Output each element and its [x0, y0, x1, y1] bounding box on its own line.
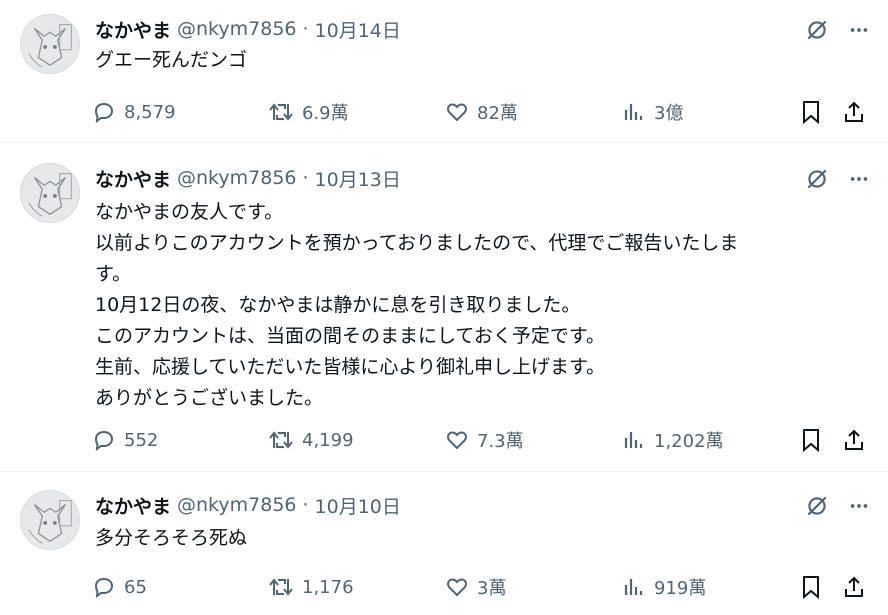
avatar-image: [21, 164, 79, 222]
avatar[interactable]: [20, 163, 80, 223]
like-icon: [447, 431, 467, 450]
retweet-icon: [269, 578, 293, 596]
reply-icon: [94, 102, 114, 124]
tweet-date[interactable]: 10月14日: [315, 16, 401, 43]
tweet-line: このアカウントは、当面の間そのままにしておく予定です。: [95, 325, 605, 347]
avatar[interactable]: [20, 490, 80, 550]
bookmark-button[interactable]: [799, 572, 823, 602]
views-button[interactable]: 1,202萬: [622, 425, 724, 455]
grok-icon[interactable]: [804, 166, 830, 192]
avatar[interactable]: [20, 14, 80, 74]
retweet-count: 1,176: [302, 576, 354, 598]
tweet-text: なかやまの友人です。 以前よりこのアカウントを預かっておりましたので、代理でご報…: [95, 197, 865, 414]
avatar-image: [21, 15, 79, 73]
retweet-count: 6.9萬: [302, 103, 349, 124]
reply-count: 8,579: [124, 101, 176, 123]
tweet[interactable]: なかやま @nkym7856 · 10月13日 なかやまの友人です。 以前よりこ…: [0, 143, 888, 472]
like-button[interactable]: 82萬: [445, 97, 518, 127]
reply-icon: [94, 577, 114, 599]
tweet-date[interactable]: 10月10日: [315, 492, 401, 519]
share-button[interactable]: [842, 97, 866, 127]
share-button[interactable]: [842, 425, 866, 455]
like-button[interactable]: 3萬: [445, 572, 506, 602]
share-icon: [845, 429, 863, 450]
more-icon[interactable]: [848, 495, 870, 517]
tweet-line: 生前、応援していただいた皆様に心より御礼申し上げます。: [95, 356, 606, 378]
tweet-line: グエー死んだンゴ: [95, 49, 248, 71]
more-icon[interactable]: [848, 168, 870, 190]
like-count: 3萬: [477, 578, 507, 599]
reply-button[interactable]: 8,579: [92, 97, 176, 127]
bookmark-button[interactable]: [799, 97, 823, 127]
separator: ·: [302, 167, 309, 189]
bookmark-icon: [803, 101, 819, 125]
reply-count: 552: [124, 429, 159, 451]
tweet-text: グエー死んだンゴ: [95, 45, 865, 76]
grok-icon[interactable]: [804, 17, 830, 43]
tweet-line: 以前よりこのアカウントを預かっておりましたので、代理でご報告いたしま: [95, 232, 739, 254]
retweet-count: 4,199: [302, 429, 354, 451]
retweet-button[interactable]: 4,199: [268, 425, 354, 455]
display-name[interactable]: なかやま: [95, 16, 171, 43]
tweet-date[interactable]: 10月13日: [315, 165, 401, 192]
user-handle[interactable]: @nkym7856: [177, 494, 296, 516]
separator: ·: [302, 18, 309, 40]
retweet-icon: [269, 431, 293, 449]
user-handle[interactable]: @nkym7856: [177, 18, 296, 40]
tweet[interactable]: なかやま @nkym7856 · 10月14日 グエー死んだンゴ 8,579 6…: [0, 0, 888, 143]
views-count: 3億: [654, 103, 684, 124]
share-icon: [845, 576, 863, 597]
display-name[interactable]: なかやま: [95, 492, 171, 519]
more-icon[interactable]: [848, 19, 870, 41]
views-button[interactable]: 3億: [622, 97, 683, 127]
bookmark-icon: [803, 429, 819, 453]
reply-button[interactable]: 552: [92, 425, 158, 455]
reply-button[interactable]: 65: [92, 572, 147, 602]
tweet-line: す。: [95, 263, 132, 285]
like-icon: [447, 103, 467, 122]
tweet-line: 10月12日の夜、なかやまは静かに息を引き取りました。: [95, 294, 581, 316]
separator: ·: [302, 494, 309, 516]
tweet-line: ありがとうございました。: [95, 387, 324, 409]
views-count: 1,202萬: [654, 431, 724, 452]
views-button[interactable]: 919萬: [622, 572, 706, 602]
share-icon: [845, 101, 863, 122]
tweet-line: なかやまの友人です。: [95, 201, 284, 223]
views-icon: [624, 104, 643, 120]
reply-count: 65: [124, 576, 147, 598]
views-icon: [624, 579, 643, 595]
reply-icon: [94, 430, 114, 452]
like-count: 82萬: [477, 103, 518, 124]
tweet-text: 多分そろそろ死ぬ: [95, 523, 865, 554]
user-handle[interactable]: @nkym7856: [177, 167, 296, 189]
tweet[interactable]: なかやま @nkym7856 · 10月10日 多分そろそろ死ぬ 65 1,17…: [0, 472, 888, 615]
retweet-button[interactable]: 1,176: [268, 572, 354, 602]
views-icon: [624, 432, 643, 448]
tweet-line: 多分そろそろ死ぬ: [95, 527, 248, 549]
avatar-image: [21, 491, 79, 549]
share-button[interactable]: [842, 572, 866, 602]
display-name[interactable]: なかやま: [95, 165, 171, 192]
like-count: 7.3萬: [477, 431, 524, 452]
grok-icon[interactable]: [804, 493, 830, 519]
like-icon: [447, 578, 467, 597]
like-button[interactable]: 7.3萬: [445, 425, 524, 455]
views-count: 919萬: [654, 578, 707, 599]
bookmark-button[interactable]: [799, 425, 823, 455]
bookmark-icon: [803, 576, 819, 600]
retweet-icon: [269, 103, 293, 121]
retweet-button[interactable]: 6.9萬: [268, 97, 349, 127]
